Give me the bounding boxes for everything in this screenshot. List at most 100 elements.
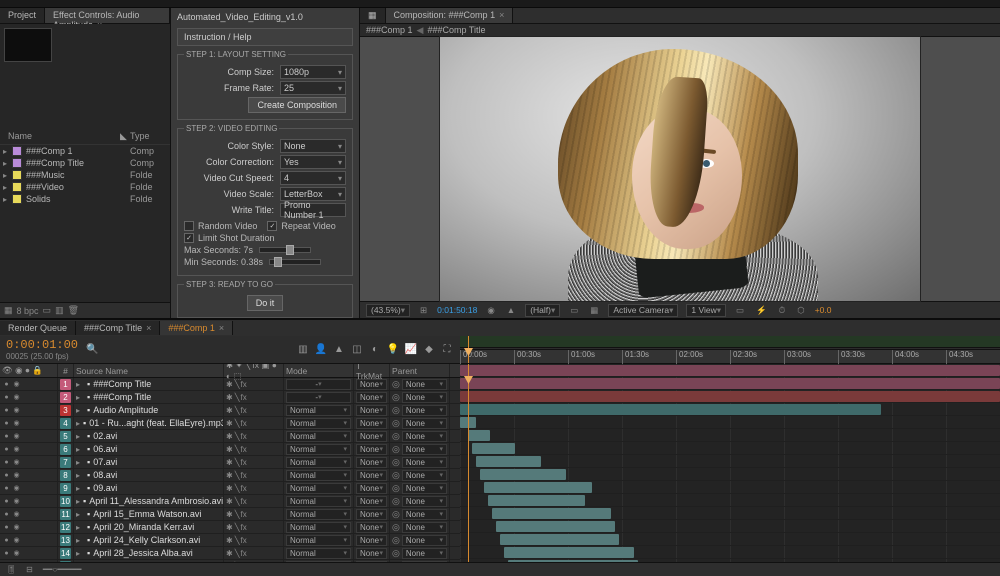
tab-project[interactable]: Project [0,8,45,23]
pickwhip-icon[interactable]: ◎ [392,509,400,520]
layer-row[interactable]: 5 ▸▪02.avi ✱╲fx Normal None ◎None [0,430,460,443]
color-style-select[interactable]: None [280,139,346,153]
layer-row[interactable]: 4 ▸▪01 - Ru...aght (feat. EllaEyre).mp3 … [0,417,460,430]
layer-row[interactable]: 6 ▸▪06.avi ✱╲fx Normal None ◎None [0,443,460,456]
layer-row[interactable]: 8 ▸▪08.avi ✱╲fx Normal None ◎None [0,469,460,482]
project-item[interactable]: ▸###Comp 1Comp [0,145,170,157]
layer-row[interactable]: 7 ▸▪07.avi ✱╲fx Normal None ◎None [0,456,460,469]
video-scale-select[interactable]: LetterBox [280,187,346,201]
bpc-toggle[interactable]: 8 bpc [17,306,39,316]
current-time-indicator[interactable] [468,364,469,562]
layer-bar[interactable] [480,469,566,480]
fast-preview-icon[interactable]: ⚡ [754,305,769,316]
layer-bar[interactable] [460,391,1000,402]
layer-bar[interactable] [484,482,592,493]
track-row[interactable] [460,520,1000,533]
time-ruler-area[interactable]: 00:00s00:30s01:00s01:30s02:00s02:30s03:0… [460,336,1000,363]
track-row[interactable] [460,442,1000,455]
toggle-switches-icon[interactable]: 🎚 [6,565,16,574]
new-comp-icon[interactable]: ▥ [55,305,64,316]
pickwhip-icon[interactable]: ◎ [392,379,400,390]
pickwhip-icon[interactable]: ◎ [392,522,400,533]
brainstorm-icon[interactable]: 💡 [386,343,400,357]
timeline-timecode[interactable]: 0:00:01:00 [6,338,78,352]
audio-icon[interactable] [12,445,21,454]
new-folder-icon[interactable]: ▭ [43,305,52,316]
pickwhip-icon[interactable]: ◎ [392,444,400,455]
project-item[interactable]: ▸SolidsFolde [0,193,170,205]
visibility-icon[interactable] [2,380,11,389]
transparency-icon[interactable]: ▦ [588,305,600,316]
flow-comp1[interactable]: ###Comp 1 [366,25,413,35]
audio-icon[interactable] [12,432,21,441]
cut-speed-select[interactable]: 4 [280,171,346,185]
pickwhip-icon[interactable]: ◎ [392,548,400,559]
tab-render-queue[interactable]: Render Queue [0,321,76,335]
audio-icon[interactable] [12,497,21,506]
layer-bar[interactable] [460,378,1000,389]
audio-icon[interactable] [12,549,21,558]
max-seconds-slider[interactable] [259,247,311,253]
layer-row[interactable]: 10 ▸▪April 11_Alessandra Ambrosio.avi ✱╲… [0,495,460,508]
search-icon[interactable]: 🔍 [86,344,98,355]
layer-row[interactable]: 14 ▸▪April 28_Jessica Alba.avi ✱╲fx Norm… [0,547,460,560]
audio-icon[interactable] [12,523,21,532]
zoom-select[interactable]: (43.5%) [366,304,410,317]
track-row[interactable] [460,507,1000,520]
pickwhip-icon[interactable]: ◎ [392,470,400,481]
visibility-icon[interactable] [2,549,11,558]
graph-editor-icon[interactable]: 📈 [404,343,418,357]
project-item[interactable]: ▸###MusicFolde [0,169,170,181]
roi-icon[interactable]: ▭ [568,305,580,316]
create-composition-button[interactable]: Create Composition [248,97,346,113]
draft3d-icon[interactable]: ▲ [332,343,346,357]
track-row[interactable] [460,429,1000,442]
expand-icon[interactable]: ⛶ [440,343,454,357]
track-row[interactable] [460,455,1000,468]
motion-blur-icon[interactable]: ◐ [368,343,382,357]
tab-effect-controls[interactable]: Effect Controls: Audio Amplitude× [45,8,170,23]
track-row[interactable] [460,494,1000,507]
track-row[interactable] [460,416,1000,429]
flowchart-icon[interactable]: ⬡ [795,305,806,316]
color-corr-select[interactable]: Yes [280,155,346,169]
pickwhip-icon[interactable]: ◎ [392,483,400,494]
layer-bar[interactable] [504,547,634,558]
track-row[interactable] [460,546,1000,559]
auto-keyframe-icon[interactable]: ◆ [422,343,436,357]
track-row[interactable] [460,403,1000,416]
layer-row[interactable]: 11 ▸▪April 15_Emma Watson.avi ✱╲fx Norma… [0,508,460,521]
project-item[interactable]: ▸###Comp TitleComp [0,157,170,169]
audio-icon[interactable] [12,510,21,519]
pickwhip-icon[interactable]: ◎ [392,431,400,442]
visibility-icon[interactable] [2,523,11,532]
layer-bar[interactable] [472,443,515,454]
layer-bar[interactable] [476,456,541,467]
do-it-button[interactable]: Do it [247,295,284,311]
zoom-slider[interactable]: ━━○━━━━━ [43,565,82,574]
comp-size-select[interactable]: 1080p [280,65,346,79]
layer-bar[interactable] [500,534,619,545]
audio-icon[interactable] [12,536,21,545]
work-area-bar[interactable] [460,336,1000,348]
layer-bar[interactable] [460,404,881,415]
visibility-icon[interactable] [2,471,11,480]
project-item[interactable]: ▸###VideoFolde [0,181,170,193]
audio-icon[interactable] [12,484,21,493]
viewer-timecode[interactable]: 0:01:50:18 [437,305,477,315]
track-row[interactable] [460,559,1000,562]
comp-mini-icon[interactable]: ▥ [296,343,310,357]
snapshot-icon[interactable]: ◉ [485,305,496,316]
audio-icon[interactable] [12,393,21,402]
layer-row[interactable]: 12 ▸▪April 20_Miranda Kerr.avi ✱╲fx Norm… [0,521,460,534]
track-row[interactable] [460,533,1000,546]
pickwhip-icon[interactable]: ◎ [392,418,400,429]
visibility-icon[interactable] [2,458,11,467]
repeat-video-checkbox[interactable] [267,221,277,231]
pickwhip-icon[interactable]: ◎ [392,405,400,416]
layer-bar[interactable] [460,365,1000,376]
pickwhip-icon[interactable]: ◎ [392,457,400,468]
visibility-icon[interactable] [2,419,11,428]
track-row[interactable] [460,390,1000,403]
toggle-modes-icon[interactable]: ⊟ [26,565,33,574]
